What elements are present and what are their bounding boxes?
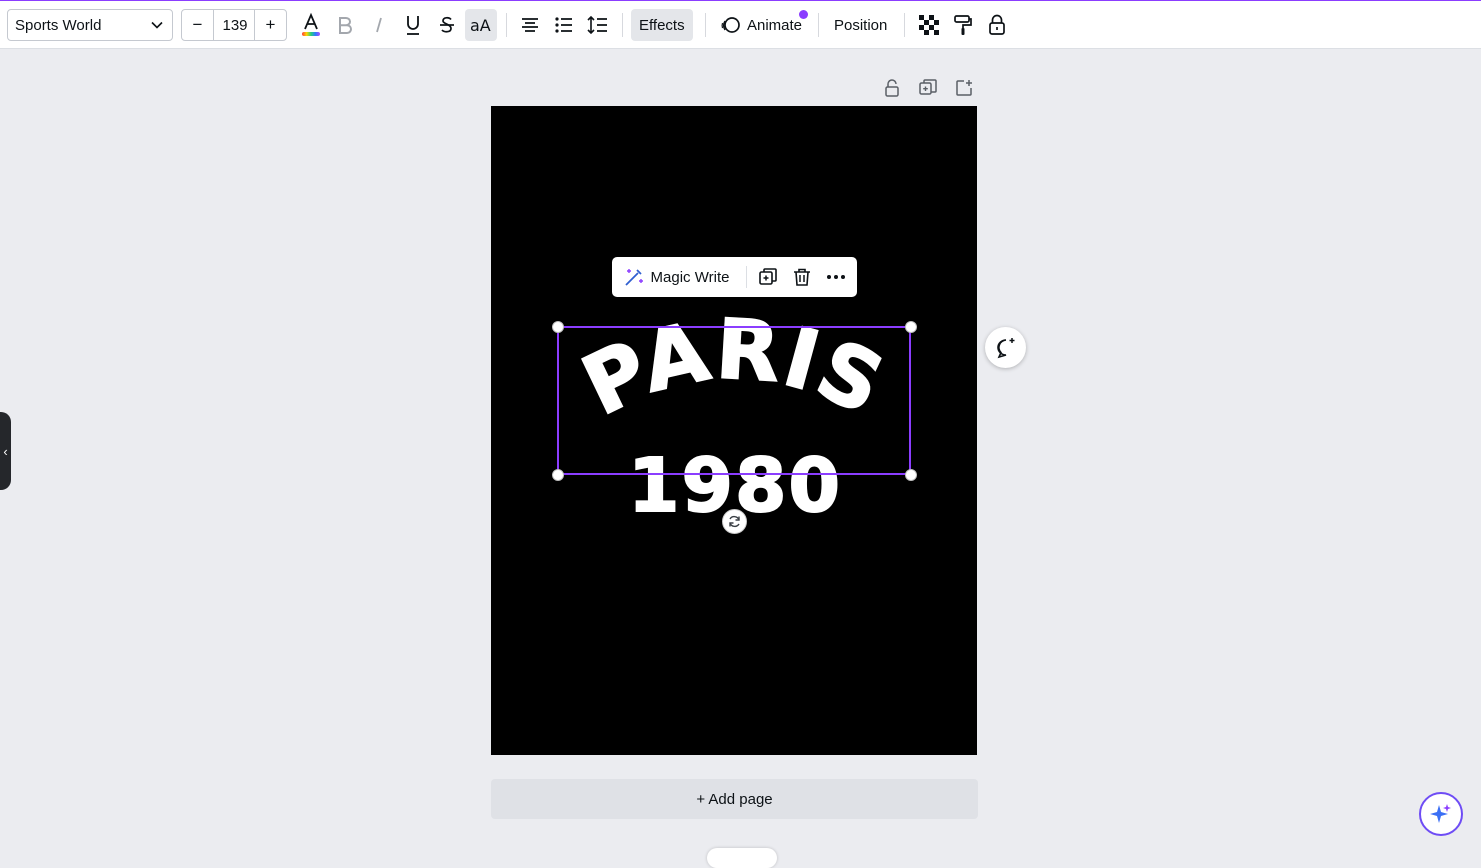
rotate-icon xyxy=(729,515,740,528)
duplicate-page-button[interactable] xyxy=(916,76,940,100)
toolbar-divider xyxy=(622,13,623,37)
add-page-above-button[interactable] xyxy=(952,76,976,100)
align-center-icon xyxy=(522,18,538,32)
add-page-button[interactable]: + Add page xyxy=(491,779,978,819)
italic-button[interactable] xyxy=(363,9,395,41)
letter-case-button[interactable]: aA xyxy=(465,9,497,41)
list-button[interactable] xyxy=(548,9,580,41)
magic-write-button[interactable]: Magic Write xyxy=(618,261,734,293)
element-context-menu: Magic Write xyxy=(612,257,857,297)
font-size-input[interactable]: 139 xyxy=(214,10,256,40)
transparency-checker-icon xyxy=(919,15,939,35)
position-button[interactable]: Position xyxy=(826,9,895,41)
increase-font-size-button[interactable]: + xyxy=(254,10,286,40)
collapse-side-panel-button[interactable]: ‹ xyxy=(0,412,11,490)
bullet-list-icon xyxy=(555,17,572,33)
lock-icon xyxy=(989,14,1005,35)
more-options-button[interactable] xyxy=(822,261,850,293)
page-navigator-handle[interactable] xyxy=(707,848,777,868)
add-page-icon xyxy=(956,80,972,96)
resize-handle-bottom-right[interactable] xyxy=(905,469,917,481)
letter-case-icon: aA xyxy=(470,16,491,35)
line-spacing-icon xyxy=(587,15,607,35)
italic-icon xyxy=(376,17,382,33)
duplicate-icon xyxy=(919,79,937,95)
text-color-button[interactable] xyxy=(295,9,327,41)
sparkle-icon xyxy=(1430,804,1451,823)
copy-style-button[interactable] xyxy=(947,9,979,41)
transparency-button[interactable] xyxy=(913,9,945,41)
toolbar-divider xyxy=(818,13,819,37)
lock-icon xyxy=(885,79,899,97)
editor-toolbar: Sports World − 139 + aA Effects Animate … xyxy=(0,1,1481,49)
bold-button[interactable] xyxy=(329,9,361,41)
trash-icon xyxy=(794,268,810,286)
toolbar-divider xyxy=(506,13,507,37)
effects-button[interactable]: Effects xyxy=(631,9,693,41)
toolbar-divider xyxy=(904,13,905,37)
duplicate-icon xyxy=(759,268,777,285)
strikethrough-icon xyxy=(440,16,454,33)
chevron-down-icon xyxy=(151,21,163,29)
toolbar-divider xyxy=(705,13,706,37)
menu-divider xyxy=(746,266,747,288)
resize-handle-bottom-left[interactable] xyxy=(552,469,564,481)
selection-box[interactable] xyxy=(557,326,911,475)
rotate-handle[interactable] xyxy=(722,509,747,534)
animate-label: Animate xyxy=(747,16,803,34)
decrease-font-size-button[interactable]: − xyxy=(182,10,214,40)
resize-handle-top-left[interactable] xyxy=(552,321,564,333)
underline-button[interactable] xyxy=(397,9,429,41)
svg-text:aA: aA xyxy=(470,16,491,35)
spacing-button[interactable] xyxy=(582,9,614,41)
magic-assistant-button[interactable] xyxy=(1419,792,1463,836)
underline-icon xyxy=(407,16,419,35)
comment-add-icon xyxy=(996,337,1014,358)
font-size-stepper: − 139 + xyxy=(181,9,287,41)
more-horizontal-icon xyxy=(827,275,845,279)
notification-dot xyxy=(799,10,808,19)
delete-element-button[interactable] xyxy=(788,261,816,293)
bold-icon xyxy=(339,17,352,34)
add-comment-button[interactable] xyxy=(985,327,1026,368)
resize-handle-top-right[interactable] xyxy=(905,321,917,333)
font-family-value: Sports World xyxy=(15,16,102,34)
animate-icon xyxy=(721,17,740,33)
magic-write-label: Magic Write xyxy=(650,268,730,286)
duplicate-element-button[interactable] xyxy=(754,261,782,293)
text-color-icon xyxy=(302,12,320,36)
chevron-left-icon: ‹ xyxy=(3,443,8,459)
lock-button[interactable] xyxy=(981,9,1013,41)
font-family-dropdown[interactable]: Sports World xyxy=(7,9,173,41)
paint-roller-icon xyxy=(954,15,972,35)
strikethrough-button[interactable] xyxy=(431,9,463,41)
lock-page-button[interactable] xyxy=(880,76,904,100)
align-center-button[interactable] xyxy=(514,9,546,41)
magic-wand-icon xyxy=(624,269,643,286)
animate-button[interactable]: Animate xyxy=(712,9,810,41)
